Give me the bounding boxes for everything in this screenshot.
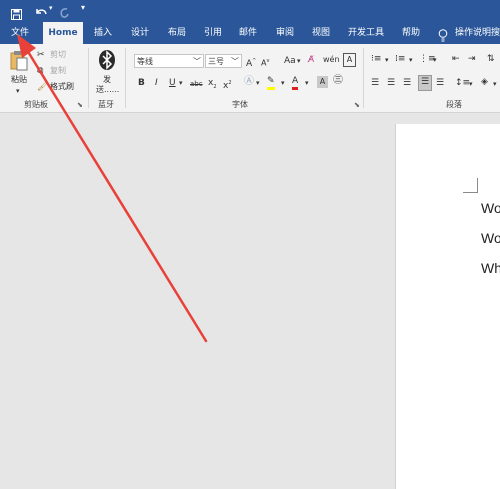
annotation-arrow — [17, 34, 208, 343]
